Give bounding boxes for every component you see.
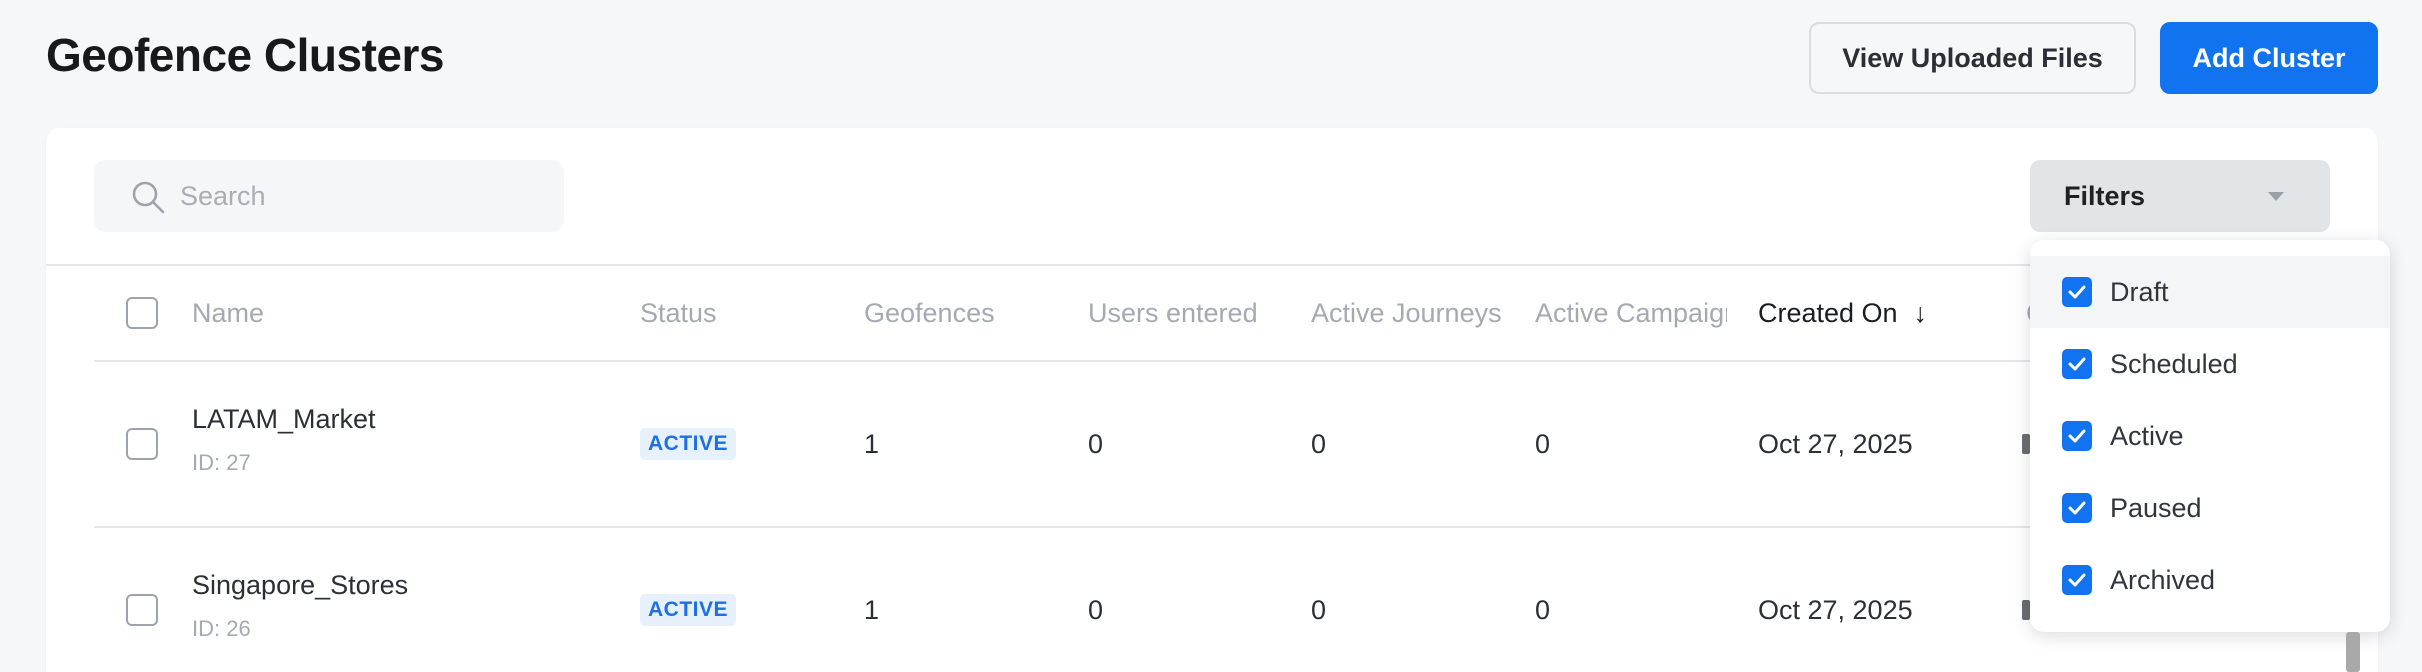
filters-label: Filters bbox=[2064, 180, 2146, 211]
active-campaigns-count: 0 bbox=[1535, 429, 1551, 459]
check-icon bbox=[2068, 429, 2086, 443]
check-icon bbox=[2068, 285, 2086, 299]
clusters-card: Filters Name Status Geofences Users ente… bbox=[46, 128, 2378, 672]
row-checkbox[interactable] bbox=[126, 594, 158, 626]
column-header-active-journeys[interactable]: Active Journeys bbox=[1311, 266, 1503, 360]
cluster-name[interactable]: LATAM_Market bbox=[192, 404, 376, 435]
active-journeys-count: 0 bbox=[1311, 595, 1327, 625]
search-input[interactable] bbox=[180, 160, 540, 232]
chevron-down-icon bbox=[2268, 192, 2284, 201]
column-header-users-entered[interactable]: Users entered bbox=[1088, 266, 1288, 360]
page: Geofence Clusters View Uploaded Files Ad… bbox=[0, 0, 2422, 672]
filter-option-draft[interactable]: Draft bbox=[2030, 256, 2390, 328]
active-journeys-count: 0 bbox=[1311, 429, 1327, 459]
check-icon bbox=[2068, 501, 2086, 515]
table-header: Name Status Geofences Users entered Acti… bbox=[46, 266, 2030, 360]
sort-desc-icon: ↓ bbox=[1913, 298, 1928, 328]
checkbox-checked[interactable] bbox=[2062, 277, 2092, 307]
column-header-created-on-label: Created On bbox=[1758, 298, 1898, 328]
column-header-created-on[interactable]: Created On ↓ bbox=[1758, 266, 1988, 360]
filter-option-label: Active bbox=[2110, 420, 2184, 451]
table-row[interactable]: LATAM_Market ID: 27 ACTIVE 1 0 0 0 Oct 2… bbox=[46, 362, 2030, 526]
filter-option-scheduled[interactable]: Scheduled bbox=[2030, 328, 2390, 400]
search-icon bbox=[132, 181, 165, 214]
check-icon bbox=[2068, 357, 2086, 371]
row-checkbox[interactable] bbox=[126, 428, 158, 460]
created-on-date: Oct 27, 2025 bbox=[1758, 595, 1913, 625]
cluster-name[interactable]: Singapore_Stores bbox=[192, 570, 408, 601]
created-on-date: Oct 27, 2025 bbox=[1758, 429, 1913, 459]
status-badge: ACTIVE bbox=[640, 428, 737, 460]
checkbox-checked[interactable] bbox=[2062, 421, 2092, 451]
truncated-cell bbox=[2022, 434, 2030, 454]
truncated-cell bbox=[2022, 600, 2030, 620]
filter-option-active[interactable]: Active bbox=[2030, 400, 2390, 472]
check-icon bbox=[2068, 573, 2086, 587]
geofences-count: 1 bbox=[864, 429, 880, 459]
checkbox-checked[interactable] bbox=[2062, 349, 2092, 379]
filter-option-archived[interactable]: Archived bbox=[2030, 544, 2390, 616]
page-title: Geofence Clusters bbox=[46, 29, 444, 81]
checkbox-checked[interactable] bbox=[2062, 493, 2092, 523]
table-row[interactable]: Singapore_Stores ID: 26 ACTIVE 1 0 0 0 O… bbox=[46, 528, 2030, 672]
filter-option-label: Archived bbox=[2110, 564, 2216, 595]
status-badge: ACTIVE bbox=[640, 594, 737, 626]
add-cluster-button[interactable]: Add Cluster bbox=[2160, 22, 2378, 94]
users-entered-count: 0 bbox=[1088, 429, 1104, 459]
users-entered-count: 0 bbox=[1088, 595, 1104, 625]
filter-option-label: Scheduled bbox=[2110, 348, 2238, 379]
column-header-status[interactable]: Status bbox=[640, 266, 840, 360]
geofences-count: 1 bbox=[864, 595, 880, 625]
column-header-name[interactable]: Name bbox=[192, 266, 612, 360]
checkbox-checked[interactable] bbox=[2062, 565, 2092, 595]
filter-option-paused[interactable]: Paused bbox=[2030, 472, 2390, 544]
active-campaigns-count: 0 bbox=[1535, 595, 1551, 625]
select-all-checkbox[interactable] bbox=[126, 297, 158, 329]
filter-option-label: Draft bbox=[2110, 276, 2169, 307]
column-header-active-campaigns[interactable]: Active Campaigns bbox=[1535, 266, 1727, 360]
filter-option-label: Paused bbox=[2110, 492, 2202, 523]
view-uploaded-files-button[interactable]: View Uploaded Files bbox=[1809, 22, 2136, 94]
column-header-geofences[interactable]: Geofences bbox=[864, 266, 1064, 360]
filters-dropdown[interactable]: Filters bbox=[2030, 160, 2330, 232]
filters-menu: Draft Scheduled Active Paused Archived bbox=[2030, 240, 2390, 632]
scrollbar-thumb[interactable] bbox=[2346, 632, 2360, 672]
search-box[interactable] bbox=[94, 160, 564, 232]
cluster-id: ID: 26 bbox=[192, 616, 251, 641]
cluster-id: ID: 27 bbox=[192, 450, 251, 475]
